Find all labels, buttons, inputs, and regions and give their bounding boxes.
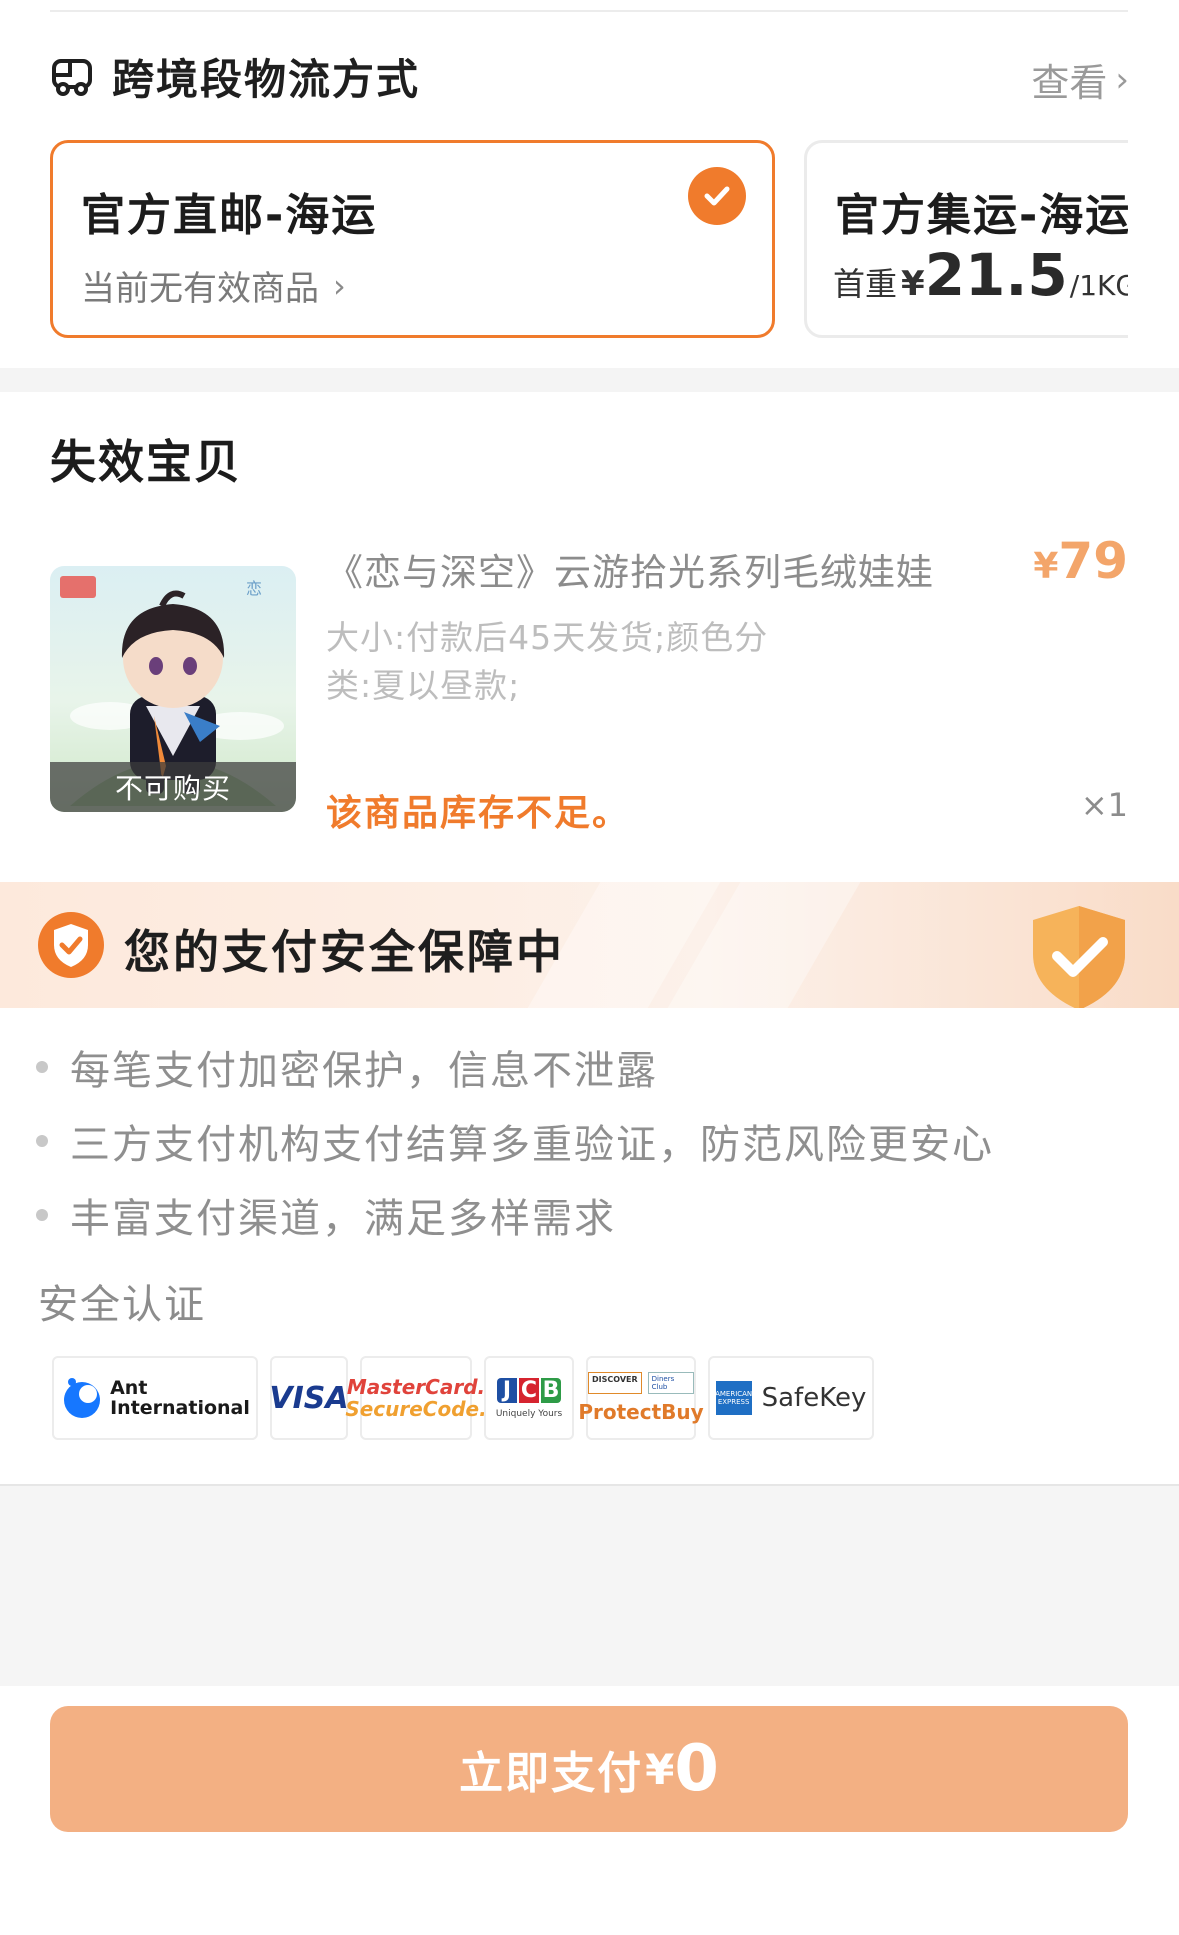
- jcb-mark: J C B: [497, 1377, 561, 1403]
- security-details: 每笔支付加密保护，信息不泄露 三方支付机构支付结算多重验证，防范风险更安心 丰富…: [0, 1008, 1179, 1482]
- jcb-tagline: Uniquely Yours: [495, 1408, 563, 1419]
- invalid-items-title: 失效宝贝: [50, 435, 242, 489]
- shipping-option-direct-sea[interactable]: 官方直邮-海运 当前无有效商品 ›: [50, 140, 775, 338]
- shipping-section: 跨境段物流方式 查看 › 官方直邮-海运 当前无有效商品 › 官方集运-海运 首…: [0, 0, 1179, 368]
- price-currency: ¥: [1033, 546, 1059, 587]
- protectbuy-text: ProtectBuy: [578, 1400, 704, 1424]
- price-value: 21.5: [924, 241, 1068, 309]
- ant-line1: Ant: [110, 1377, 148, 1399]
- check-icon: [688, 167, 746, 225]
- shield-badge-icon: [1033, 906, 1125, 1008]
- mastercard-securecode-logo: MasterCard. SecureCode.: [345, 1356, 487, 1440]
- visa-logo: VISA: [269, 1356, 349, 1440]
- section-gap: [0, 368, 1179, 392]
- ant-icon: [64, 1378, 101, 1418]
- mastercard-line1: MasterCard.: [346, 1375, 486, 1399]
- safekey-text: SafeKey: [761, 1383, 867, 1413]
- pay-currency: ¥: [645, 1744, 675, 1794]
- bullet-text: 丰富支付渠道，满足多样需求: [70, 1196, 616, 1242]
- certification-logos: Ant International VISA MasterCard. Secur…: [52, 1356, 874, 1440]
- product-price: ¥79: [1033, 532, 1128, 590]
- bullet-dot: [36, 1061, 48, 1073]
- mastercard-line2: SecureCode.: [345, 1397, 487, 1421]
- security-banner: 您的支付安全保障中: [0, 882, 1179, 1008]
- visa-text: VISA: [269, 1380, 349, 1416]
- ant-international-logo: Ant International: [52, 1356, 258, 1440]
- discover-text: DISCOVER: [588, 1372, 642, 1394]
- product-quantity: ×1: [1080, 786, 1128, 824]
- chevron-right-icon: ›: [1115, 59, 1129, 100]
- ant-line2: International: [110, 1397, 250, 1419]
- security-bullet: 丰富支付渠道，满足多样需求: [36, 1186, 616, 1244]
- certification-title: 安全认证: [38, 1282, 206, 1328]
- price-value: 79: [1058, 532, 1128, 590]
- option-price: 首重 ¥ 21.5 /1KG起: [833, 241, 1165, 309]
- spacer: [0, 1486, 1179, 1686]
- bullet-dot: [36, 1135, 48, 1147]
- unavailable-overlay: 不可购买: [50, 762, 296, 812]
- jcb-logo: J C B Uniquely Yours: [484, 1356, 574, 1440]
- view-shipping-link[interactable]: 查看 ›: [1031, 52, 1129, 107]
- scroll-clip: [1128, 130, 1179, 350]
- chevron-right-icon: ›: [333, 266, 346, 305]
- pay-amount: 0: [674, 1732, 719, 1806]
- bullet-text: 每笔支付加密保护，信息不泄露: [70, 1048, 658, 1094]
- stock-warning: 该商品库存不足。: [326, 793, 631, 834]
- option-subtitle: 当前无有效商品: [81, 269, 319, 309]
- product-image[interactable]: 恋 不可购买: [50, 566, 296, 812]
- checkout-page: 跨境段物流方式 查看 › 官方直邮-海运 当前无有效商品 › 官方集运-海运 首…: [0, 0, 1179, 1935]
- pay-label: 立即支付: [459, 1748, 644, 1799]
- security-bullet: 三方支付机构支付结算多重验证，防范风险更安心: [36, 1112, 994, 1170]
- shield-check-icon: [38, 912, 104, 978]
- shipping-title: 跨境段物流方式: [112, 54, 421, 104]
- option-subtitle-link[interactable]: 当前无有效商品 ›: [81, 261, 346, 310]
- view-link-label: 查看: [1031, 61, 1108, 105]
- invalid-items-section: 失效宝贝 恋 不可购买 《恋与深空》云游拾光系列毛绒娃娃 ¥79 大小:付款后4…: [0, 392, 1179, 856]
- price-prefix: 首重: [833, 265, 898, 303]
- shipping-option-consolidated-sea[interactable]: 官方集运-海运 首重 ¥ 21.5 /1KG起: [804, 140, 1179, 338]
- truck-icon: [52, 59, 92, 96]
- product-name[interactable]: 《恋与深空》云游拾光系列毛绒娃娃: [326, 542, 934, 596]
- bullet-text: 三方支付机构支付结算多重验证，防范风险更安心: [70, 1122, 994, 1168]
- divider: [50, 10, 1128, 12]
- bullet-dot: [36, 1209, 48, 1221]
- security-title: 您的支付安全保障中: [124, 925, 565, 979]
- pay-bar: 立即支付 ¥ 0: [0, 1686, 1179, 1935]
- svg-text:恋: 恋: [246, 579, 262, 598]
- security-bullet: 每笔支付加密保护，信息不泄露: [36, 1038, 658, 1096]
- price-currency: ¥: [901, 264, 925, 304]
- shipping-header: 跨境段物流方式: [50, 48, 420, 104]
- amex-safekey-logo: AMERICAN EXPRESS SafeKey: [708, 1356, 874, 1440]
- amex-badge: AMERICAN EXPRESS: [715, 1381, 752, 1415]
- pay-now-button[interactable]: 立即支付 ¥ 0: [50, 1706, 1128, 1832]
- option-name: 官方集运-海运: [835, 190, 1132, 241]
- product-spec: 大小:付款后45天发货;颜色分类:夏以昼款;: [326, 618, 769, 705]
- discover-protectbuy-logo: DISCOVER Diners Club ProtectBuy: [578, 1356, 704, 1440]
- diners-text: Diners Club: [647, 1372, 694, 1394]
- option-name: 官方直邮-海运: [81, 190, 378, 241]
